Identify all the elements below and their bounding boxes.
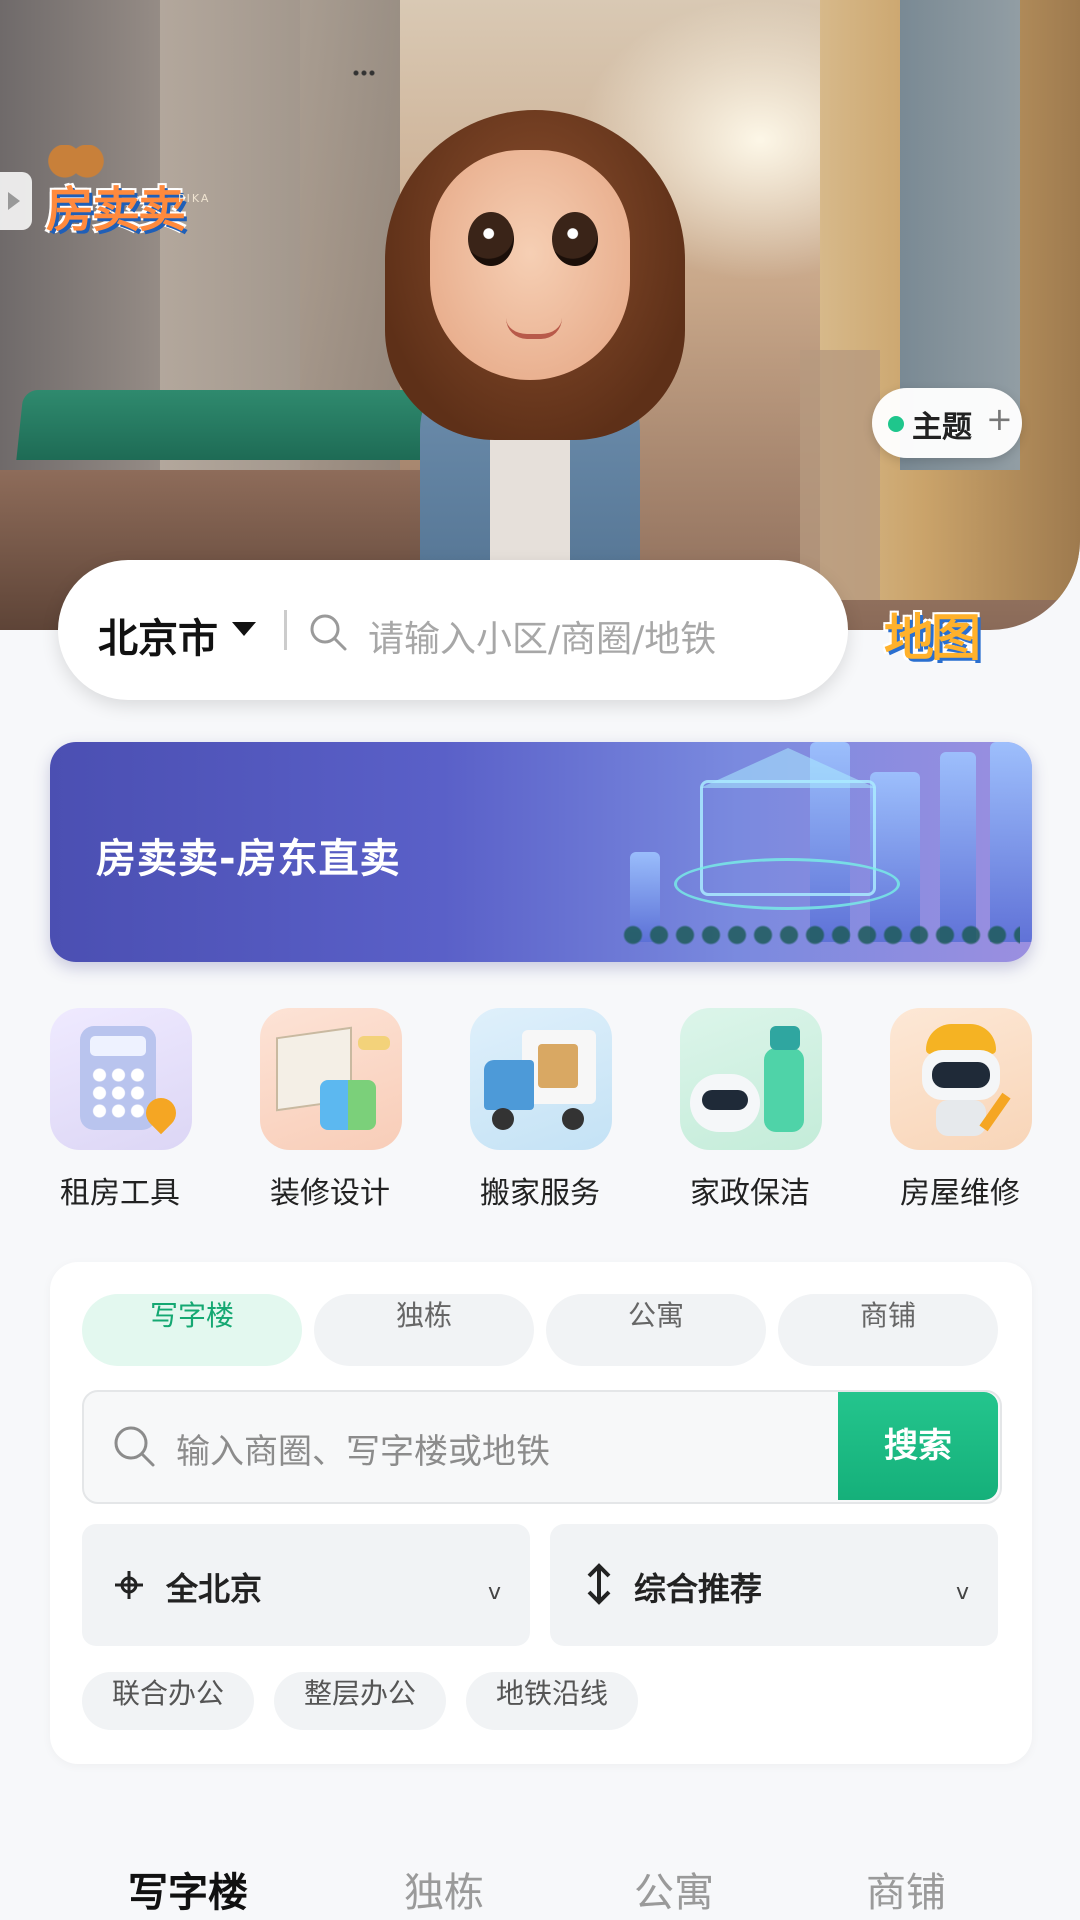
service-item-cleaning[interactable] xyxy=(680,1008,822,1150)
tab-shop[interactable]: 商铺 xyxy=(778,1294,998,1366)
bottom-tab-standalone[interactable]: 独栋 xyxy=(404,1860,484,1918)
chip-near-subway[interactable]: 地铁沿线 xyxy=(466,1672,638,1730)
divider xyxy=(284,610,287,650)
service-label: 搬家服务 xyxy=(480,1176,600,1211)
tab-apartment[interactable]: 公寓 xyxy=(546,1294,766,1366)
office-search-input[interactable]: 输入商圈、写字楼或地铁 xyxy=(176,1424,550,1473)
tab-standalone[interactable]: 独栋 xyxy=(314,1294,534,1366)
theme-dot-icon xyxy=(888,416,904,432)
service-item-rent-tools[interactable] xyxy=(50,1008,192,1150)
search-icon xyxy=(310,614,347,651)
chip-full-floor[interactable]: 整层办公 xyxy=(274,1672,446,1730)
brand-sub-label: PIKA xyxy=(178,192,211,205)
character-face xyxy=(430,150,630,380)
character-right-eye xyxy=(552,212,598,266)
service-label: 家政保洁 xyxy=(690,1176,810,1211)
caret-down-icon xyxy=(232,622,256,636)
character-left-eye xyxy=(468,212,514,266)
location-crosshair-icon xyxy=(115,1571,143,1599)
chevron-down-icon: v xyxy=(488,1580,502,1605)
location-dropdown-label: 全北京 xyxy=(166,1570,263,1608)
service-item-decoration[interactable] xyxy=(260,1008,402,1150)
play-icon xyxy=(8,192,20,210)
search-icon xyxy=(114,1426,155,1467)
hero-banner-image xyxy=(0,0,1080,630)
blueprint-paint-icon xyxy=(260,1008,402,1150)
service-label: 装修设计 xyxy=(270,1176,390,1211)
service-item-repair[interactable] xyxy=(890,1008,1032,1150)
service-label: 房屋维修 xyxy=(900,1176,1020,1211)
green-awning xyxy=(16,390,444,460)
moving-truck-icon xyxy=(470,1008,612,1150)
chip-coworking[interactable]: 联合办公 xyxy=(82,1672,254,1730)
sort-arrows-icon xyxy=(587,1563,611,1605)
tab-office[interactable]: 写字楼 xyxy=(82,1294,302,1366)
banner-title: 房卖卖-房东直卖 xyxy=(96,836,401,882)
search-input[interactable]: 请输入小区/商圈/地铁 xyxy=(368,610,716,662)
tower xyxy=(990,742,1032,942)
map-button[interactable]: 地图 xyxy=(884,598,981,670)
service-item-moving[interactable] xyxy=(470,1008,612,1150)
bottom-tab-office[interactable]: 写字楼 xyxy=(128,1860,248,1918)
location-dropdown[interactable] xyxy=(82,1524,530,1646)
repair-robot-icon xyxy=(890,1008,1032,1150)
bottom-tab-apartment[interactable]: 公寓 xyxy=(634,1860,714,1918)
sort-dropdown-label: 综合推荐 xyxy=(634,1570,763,1608)
more-dots-icon[interactable] xyxy=(352,70,376,76)
service-label: 租房工具 xyxy=(60,1176,180,1211)
plus-icon: + xyxy=(986,400,1013,438)
tower xyxy=(940,752,976,942)
search-button[interactable]: 搜索 xyxy=(838,1392,998,1500)
hologram-ring xyxy=(674,858,900,910)
building-mid xyxy=(800,350,880,600)
palm-trees xyxy=(620,920,1020,950)
theme-label: 主题 xyxy=(912,410,972,445)
city-selector[interactable]: 北京市 xyxy=(98,606,218,664)
sort-dropdown[interactable] xyxy=(550,1524,998,1646)
cleaning-robot-icon xyxy=(680,1008,822,1150)
tower xyxy=(870,772,920,942)
calculator-icon xyxy=(50,1008,192,1150)
brand-logo: 房卖卖 xyxy=(46,182,186,238)
chevron-down-icon: v xyxy=(956,1580,970,1605)
bottom-tab-shop[interactable]: 商铺 xyxy=(866,1860,946,1918)
